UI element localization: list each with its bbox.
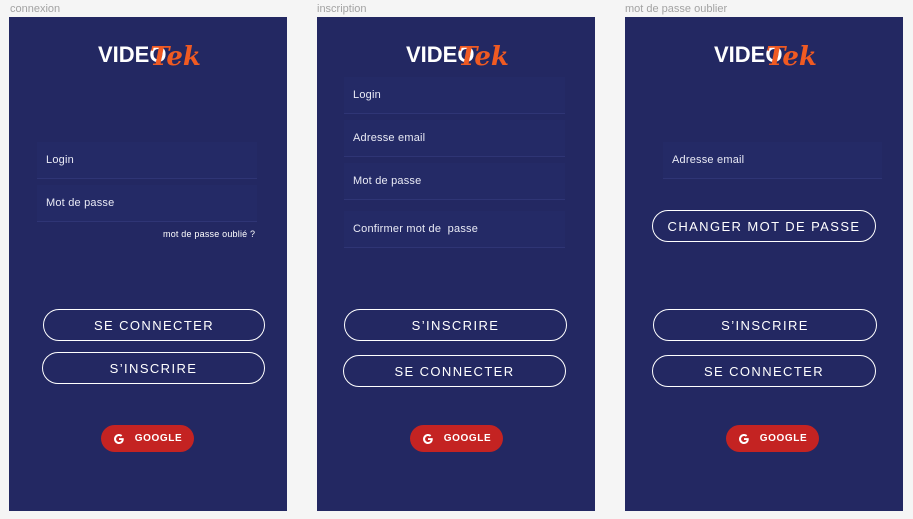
google-button-label: GOOGLE <box>443 433 492 444</box>
google-g-icon <box>422 433 433 444</box>
email-field[interactable] <box>663 142 882 179</box>
email-input[interactable] <box>663 142 882 178</box>
google-signin-button[interactable]: GOOGLE <box>726 425 819 452</box>
videotek-logo-icon: VIDEO Tek <box>714 42 817 72</box>
videotek-logo: VIDEO Tek <box>317 39 595 79</box>
connexion-screen: VIDEO Tek mot de passe oublié ? SE CONNE… <box>9 17 287 511</box>
connect-button[interactable]: SE CONNECTER <box>652 355 876 387</box>
google-button-label: GOOGLE <box>134 433 183 444</box>
login-input[interactable] <box>37 142 257 178</box>
svg-text:Tek: Tek <box>458 42 509 72</box>
password-input[interactable] <box>37 185 257 221</box>
login-field[interactable] <box>37 142 257 179</box>
svg-text:Tek: Tek <box>150 42 201 72</box>
forgot-password-screen: VIDEO Tek CHANGER MOT DE PASSE S’INSCRIR… <box>625 17 903 511</box>
forgot-password-link[interactable]: mot de passe oublié ? <box>163 229 255 239</box>
svg-text:Tek: Tek <box>766 42 817 72</box>
login-input[interactable] <box>344 77 565 113</box>
connect-button[interactable]: SE CONNECTER <box>43 309 265 341</box>
connect-button[interactable]: SE CONNECTER <box>343 355 566 387</box>
signup-button[interactable]: S’INSCRIRE <box>344 309 567 341</box>
google-button-label: GOOGLE <box>759 433 808 444</box>
signup-button[interactable]: S’INSCRIRE <box>42 352 265 384</box>
confirm-password-field[interactable] <box>344 211 565 248</box>
google-g-icon <box>738 433 749 444</box>
videotek-logo-icon: VIDEO Tek <box>98 42 201 72</box>
frame-label-inscription: inscription <box>317 3 367 15</box>
videotek-logo: VIDEO Tek <box>9 39 287 79</box>
videotek-logo-icon: VIDEO Tek <box>406 42 509 72</box>
confirm-password-input[interactable] <box>344 211 565 247</box>
frame-label-forgot-password: mot de passe oublier <box>625 3 728 15</box>
login-field[interactable] <box>344 77 565 114</box>
change-password-button[interactable]: CHANGER MOT DE PASSE <box>652 210 876 242</box>
google-signin-button[interactable]: GOOGLE <box>410 425 503 452</box>
frame-label-connexion: connexion <box>10 3 61 15</box>
password-field[interactable] <box>37 185 257 222</box>
videotek-logo: VIDEO Tek <box>625 39 903 79</box>
inscription-screen: VIDEO Tek S’INSCRIRE SE CONNECTER GOOGLE <box>317 17 595 511</box>
email-input[interactable] <box>344 120 565 156</box>
password-input[interactable] <box>344 163 565 199</box>
password-field[interactable] <box>344 163 565 200</box>
email-field[interactable] <box>344 120 565 157</box>
google-signin-button[interactable]: GOOGLE <box>101 425 194 452</box>
signup-button[interactable]: S’INSCRIRE <box>653 309 877 341</box>
google-g-icon <box>113 433 124 444</box>
